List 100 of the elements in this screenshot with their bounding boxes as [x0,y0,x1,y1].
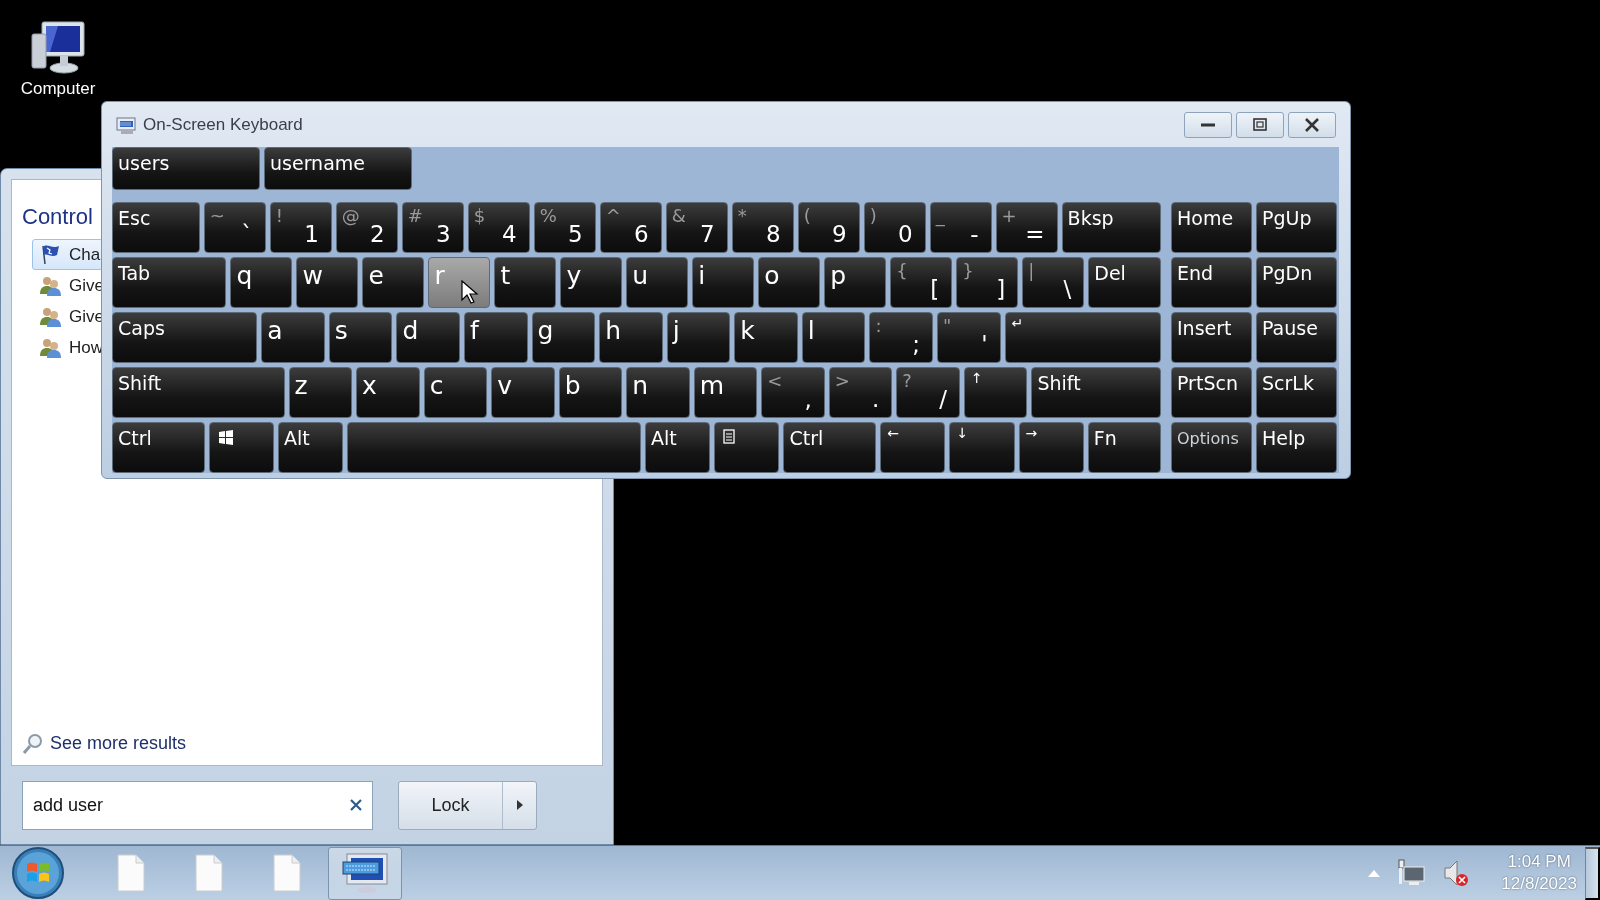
function-key[interactable]: PrtScn [1171,367,1252,418]
function-key[interactable]: Alt [645,422,711,473]
symbol-key[interactable]: + = [995,202,1058,253]
function-key[interactable]: Fn [1087,422,1161,473]
function-key[interactable]: ScrLk [1256,367,1337,418]
document-icon [272,853,302,893]
monitor-keyboard-icon [341,852,389,894]
letter-key[interactable]: g [531,312,596,363]
function-key[interactable]: Ctrl [112,422,205,473]
menu-key[interactable] [714,422,780,473]
letter-key[interactable]: c [423,367,488,418]
desktop-icon-label[interactable]: Computer [20,76,96,102]
function-key[interactable]: End [1171,257,1252,308]
minimize-button[interactable] [1184,111,1232,138]
function-key[interactable]: Shift [1031,367,1162,418]
function-key[interactable]: Bksp [1061,202,1162,253]
function-key[interactable]: Esc [112,202,200,253]
symbol-key[interactable]: ( 9 [797,202,860,253]
letter-key[interactable]: f [463,312,528,363]
symbol-key[interactable]: ^ 6 [599,202,662,253]
symbol-key[interactable]: | \ [1022,257,1085,308]
function-key[interactable]: PgDn [1256,257,1337,308]
options-key[interactable]: Options [1171,422,1252,473]
letter-key[interactable]: n [626,367,690,418]
function-key[interactable]: Pause [1256,312,1337,363]
see-more-results-link[interactable]: See more results [50,730,187,757]
symbol-key[interactable]: % 5 [533,202,596,253]
caret-icon [1367,868,1382,878]
letter-key[interactable]: b [558,367,623,418]
letter-key[interactable]: z [288,367,353,418]
close-button[interactable] [1288,111,1336,138]
function-key[interactable]: Home [1171,202,1252,253]
symbol-key[interactable]: _ - [929,202,992,253]
letter-key[interactable]: s [328,312,393,363]
symbol-key[interactable]: & 7 [665,202,728,253]
function-key[interactable]: PgUp [1256,202,1337,253]
arrow-key[interactable]: ← [880,422,946,473]
function-key[interactable]: Tab [112,257,227,308]
show-desktop-button[interactable] [1585,846,1600,900]
maximize-button[interactable] [1236,111,1284,138]
network-button[interactable] [1397,859,1428,887]
clear-button[interactable] [349,797,363,812]
letter-key[interactable]: t [494,257,557,308]
symbol-key[interactable]: ! 1 [269,202,332,253]
mouse-pointer-icon [461,280,480,305]
letter-key[interactable]: h [599,312,663,363]
letter-key[interactable]: d [396,312,460,363]
symbol-key[interactable]: " ' [937,312,1001,363]
letter-key[interactable]: u [626,257,689,308]
letter-key[interactable]: i [692,257,755,308]
word-suggestion[interactable]: users [112,147,260,190]
symbol-key[interactable]: ? / [896,367,960,418]
letter-key[interactable]: l [801,312,866,363]
taskbar-button[interactable] [328,846,402,900]
symbol-key[interactable]: { [ [890,257,953,308]
letter-key[interactable]: o [758,257,821,308]
search-field[interactable]: add user [22,780,373,830]
symbol-key[interactable]: @ 2 [335,202,398,253]
symbol-key[interactable]: # 3 [401,202,464,253]
letter-key[interactable]: a [261,312,325,363]
symbol-key[interactable]: } ] [956,257,1019,308]
start-button[interactable] [12,847,64,899]
function-key[interactable]: Ctrl [783,422,877,473]
letter-key[interactable]: x [356,367,420,418]
symbol-key[interactable]: $ 4 [467,202,530,253]
group-title: Control [22,203,93,231]
symbol-key[interactable]: ) 0 [863,202,926,253]
symbol-key[interactable]: : ; [869,312,933,363]
letter-key[interactable]: j [666,312,731,363]
computer-icon[interactable] [28,18,88,76]
symbol-key[interactable]: < , [761,367,825,418]
function-key[interactable]: Insert [1171,312,1252,363]
function-key[interactable]: Shift [112,367,285,418]
letter-key[interactable]: y [560,257,623,308]
menu-icon [723,429,736,444]
function-key[interactable]: Help [1256,422,1337,473]
symbol-key[interactable]: * 8 [731,202,794,253]
letter-key[interactable]: p [824,257,887,308]
letter-key[interactable]: v [491,367,555,418]
letter-key[interactable]: m [693,367,758,418]
function-key[interactable]: Del [1088,257,1162,308]
arrow-key[interactable]: ↓ [949,422,1015,473]
volume-button[interactable] [1443,859,1470,887]
search-result[interactable]: Cha [32,239,104,270]
letter-key[interactable]: k [734,312,798,363]
caret-icon [515,799,524,811]
symbol-key[interactable]: ~ ` [203,202,266,253]
space-bar[interactable] [347,422,642,473]
arrow-key[interactable]: → [1018,422,1084,473]
arrow-key[interactable]: ↑ [963,367,1028,418]
arrow-key[interactable]: ↵ [1004,312,1161,363]
letter-key[interactable]: q [230,257,293,308]
symbol-key[interactable]: > . [828,367,893,418]
letter-key[interactable]: e [362,257,425,308]
windows-key[interactable] [208,422,274,473]
letter-key[interactable]: w [296,257,359,308]
word-suggestion[interactable]: username [264,147,412,190]
function-key[interactable]: Caps [112,312,258,363]
clock-date: 12/8/2023 [1501,873,1577,895]
function-key[interactable]: Alt [277,422,344,473]
